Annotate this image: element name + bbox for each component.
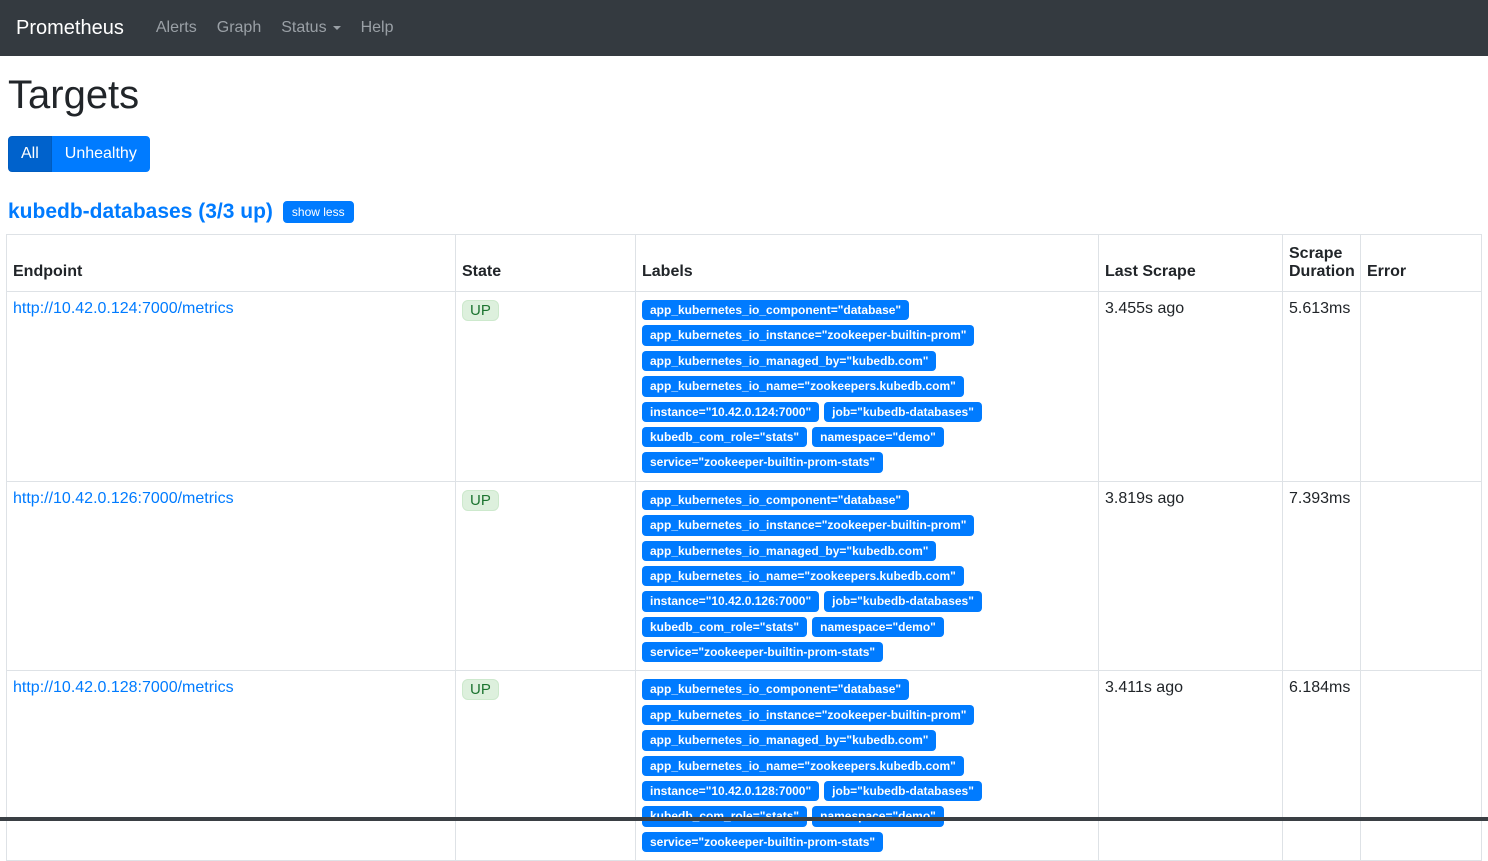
nav-item-status-dropdown[interactable]: Status (271, 19, 350, 37)
label-badge: app_kubernetes_io_name="zookeepers.kubed… (642, 566, 964, 586)
label-badge: kubedb_com_role="stats" (642, 427, 807, 447)
endpoint-link[interactable]: http://10.42.0.124:7000/metrics (13, 300, 234, 317)
label-badge: job="kubedb-databases" (824, 781, 982, 801)
column-header: Labels (636, 235, 1099, 292)
nav-item-graph[interactable]: Graph (207, 19, 271, 37)
filter-all-button[interactable]: All (8, 136, 52, 172)
last-scrape-value: 3.411s ago (1099, 671, 1283, 861)
label-badge: service="zookeeper-builtin-prom-stats" (642, 642, 883, 662)
column-header: Scrape Duration (1283, 235, 1361, 292)
labels-cell: app_kubernetes_io_component="database"ap… (636, 292, 1099, 482)
label-badge: instance="10.42.0.126:7000" (642, 591, 819, 611)
scrape-duration-value: 5.613ms (1283, 292, 1361, 482)
filter-unhealthy-button[interactable]: Unhealthy (52, 136, 150, 172)
nav-item-status-label: Status (281, 19, 326, 37)
label-badge: namespace="demo" (812, 617, 944, 637)
state-up-badge: UP (462, 490, 499, 511)
health-filter-group: All Unhealthy (8, 136, 150, 172)
show-less-button[interactable]: show less (283, 201, 354, 223)
state-up-badge: UP (462, 679, 499, 700)
label-badge: app_kubernetes_io_component="database" (642, 490, 909, 510)
label-badge: app_kubernetes_io_component="database" (642, 300, 909, 320)
endpoint-link[interactable]: http://10.42.0.126:7000/metrics (13, 490, 234, 507)
brand-link[interactable]: Prometheus (16, 17, 124, 40)
state-up-badge: UP (462, 300, 499, 321)
table-row: http://10.42.0.126:7000/metrics UP app_k… (7, 481, 1482, 671)
error-value (1361, 292, 1482, 482)
label-badge: app_kubernetes_io_name="zookeepers.kubed… (642, 376, 964, 396)
label-badge: job="kubedb-databases" (824, 402, 982, 422)
label-badge: app_kubernetes_io_managed_by="kubedb.com… (642, 541, 936, 561)
screen-bottom-edge (0, 817, 1488, 821)
label-badge: app_kubernetes_io_instance="zookeeper-bu… (642, 515, 974, 535)
table-row: http://10.42.0.124:7000/metrics UP app_k… (7, 292, 1482, 482)
label-badge: app_kubernetes_io_instance="zookeeper-bu… (642, 325, 974, 345)
table-row: http://10.42.0.128:7000/metrics UP app_k… (7, 671, 1482, 861)
last-scrape-value: 3.819s ago (1099, 481, 1283, 671)
column-header: Error (1361, 235, 1482, 292)
label-badge: app_kubernetes_io_managed_by="kubedb.com… (642, 351, 936, 371)
table-header-row: EndpointStateLabelsLast ScrapeScrape Dur… (7, 235, 1482, 292)
navbar: Prometheus Alerts Graph Status Help (0, 0, 1488, 56)
job-section-header: kubedb-databases (3/3 up) show less (8, 200, 1482, 224)
label-badge: service="zookeeper-builtin-prom-stats" (642, 832, 883, 852)
labels-cell: app_kubernetes_io_component="database"ap… (636, 671, 1099, 861)
label-badge: app_kubernetes_io_managed_by="kubedb.com… (642, 730, 936, 750)
nav-item-alerts[interactable]: Alerts (146, 19, 207, 37)
caret-down-icon (333, 26, 341, 30)
endpoint-link[interactable]: http://10.42.0.128:7000/metrics (13, 679, 234, 696)
labels-cell: app_kubernetes_io_component="database"ap… (636, 481, 1099, 671)
label-badge: app_kubernetes_io_component="database" (642, 679, 909, 699)
label-badge: instance="10.42.0.128:7000" (642, 781, 819, 801)
label-badge: service="zookeeper-builtin-prom-stats" (642, 452, 883, 472)
column-header: Last Scrape (1099, 235, 1283, 292)
label-badge: instance="10.42.0.124:7000" (642, 402, 819, 422)
label-badge: job="kubedb-databases" (824, 591, 982, 611)
targets-table: EndpointStateLabelsLast ScrapeScrape Dur… (6, 234, 1482, 861)
targets-page: Targets All Unhealthy kubedb-databases (… (0, 73, 1488, 861)
label-badge: app_kubernetes_io_instance="zookeeper-bu… (642, 705, 974, 725)
column-header: Endpoint (7, 235, 456, 292)
scrape-duration-value: 6.184ms (1283, 671, 1361, 861)
last-scrape-value: 3.455s ago (1099, 292, 1283, 482)
error-value (1361, 671, 1482, 861)
label-badge: namespace="demo" (812, 427, 944, 447)
label-badge: app_kubernetes_io_name="zookeepers.kubed… (642, 756, 964, 776)
page-title: Targets (8, 73, 1482, 118)
label-badge: kubedb_com_role="stats" (642, 617, 807, 637)
error-value (1361, 481, 1482, 671)
column-header: State (456, 235, 636, 292)
scrape-duration-value: 7.393ms (1283, 481, 1361, 671)
job-heading-link[interactable]: kubedb-databases (3/3 up) (8, 200, 273, 224)
nav-item-help[interactable]: Help (351, 19, 404, 37)
